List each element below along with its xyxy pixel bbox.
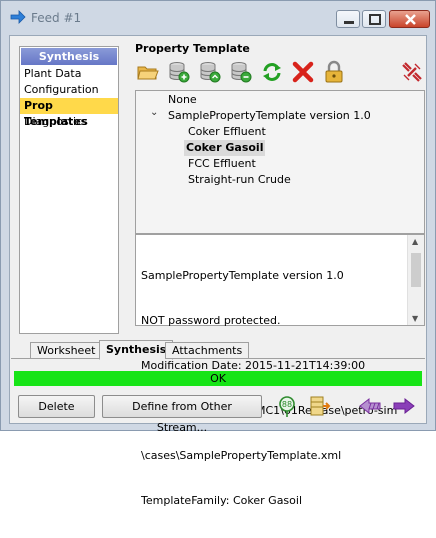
stream-arrow-icon bbox=[10, 10, 26, 24]
chevron-down-icon[interactable]: ⌄ bbox=[150, 107, 158, 118]
template-info-box[interactable]: SamplePropertyTemplate version 1.0 NOT p… bbox=[135, 234, 425, 507]
synthesis-nav: Synthesis Plant Data Configuration Prop … bbox=[19, 46, 119, 334]
nav-item-configuration[interactable]: Configuration bbox=[20, 82, 118, 98]
tree-item-coker-effluent[interactable]: Coker Effluent bbox=[186, 124, 268, 140]
define-from-other-stream-button[interactable]: Define from Other Stream... bbox=[102, 395, 262, 434]
scroll-thumb[interactable] bbox=[411, 253, 421, 287]
property-template-label: Property Template bbox=[135, 42, 250, 55]
stream-link-icon[interactable]: 88 bbox=[275, 394, 299, 418]
maximize-icon bbox=[369, 14, 381, 25]
tree-item-straight-run-crude[interactable]: Straight-run Crude bbox=[186, 172, 293, 188]
database-add-icon[interactable] bbox=[167, 60, 191, 84]
tree-item-coker-gasoil[interactable]: Coker Gasoil bbox=[184, 140, 266, 156]
scroll-up-icon[interactable]: ▲ bbox=[412, 237, 418, 246]
window-title: Feed #1 bbox=[31, 11, 82, 25]
info-line: TemplateFamily: Coker Gasoil bbox=[141, 494, 303, 507]
template-tree: None ⌄ SamplePropertyTemplate version 1.… bbox=[135, 90, 425, 234]
svg-text:88: 88 bbox=[282, 400, 292, 409]
tree-item-fcc-effluent[interactable]: FCC Effluent bbox=[186, 156, 258, 172]
delete-button[interactable]: Delete bbox=[18, 395, 95, 418]
close-button[interactable] bbox=[389, 10, 430, 28]
database-remove-icon[interactable] bbox=[229, 60, 253, 84]
disconnect-icon[interactable] bbox=[400, 60, 424, 84]
tab-synthesis[interactable]: Synthesis bbox=[99, 340, 174, 360]
template-info-text: SamplePropertyTemplate version 1.0 NOT p… bbox=[141, 238, 404, 538]
maximize-button[interactable] bbox=[362, 10, 386, 28]
info-line: NOT password protected. bbox=[141, 314, 281, 327]
previous-arrow-icon[interactable] bbox=[358, 394, 382, 418]
nav-item-diagnostics[interactable]: Diagnostics bbox=[20, 114, 118, 130]
tab-worksheet[interactable]: Worksheet bbox=[30, 342, 103, 359]
lock-icon[interactable] bbox=[322, 60, 346, 84]
info-line: SamplePropertyTemplate version 1.0 bbox=[141, 269, 344, 282]
client-area: Synthesis Plant Data Configuration Prop … bbox=[9, 35, 427, 507]
delete-icon[interactable] bbox=[291, 60, 315, 84]
feed-window: Feed #1 Synthesis Plant Data Configurati… bbox=[0, 0, 436, 507]
minimize-icon bbox=[344, 21, 354, 24]
tree-item-root[interactable]: SamplePropertyTemplate version 1.0 bbox=[166, 108, 373, 124]
tree-item-none[interactable]: None bbox=[166, 92, 199, 108]
status-bar: OK bbox=[14, 371, 422, 386]
next-arrow-icon[interactable] bbox=[392, 394, 416, 418]
close-icon bbox=[405, 14, 416, 25]
ignore-icon[interactable] bbox=[307, 394, 331, 418]
open-folder-icon[interactable] bbox=[136, 60, 160, 84]
database-copy-icon[interactable] bbox=[198, 60, 222, 84]
info-line: \cases\SamplePropertyTemplate.xml bbox=[141, 449, 342, 462]
title-bar: Feed #1 bbox=[1, 1, 435, 35]
scroll-down-icon[interactable]: ▼ bbox=[412, 314, 418, 323]
refresh-icon[interactable] bbox=[260, 60, 284, 84]
nav-header: Synthesis bbox=[21, 48, 117, 65]
tab-attachments[interactable]: Attachments bbox=[165, 342, 250, 359]
minimize-button[interactable] bbox=[336, 10, 360, 28]
template-toolbar bbox=[136, 60, 426, 86]
nav-item-plant-data[interactable]: Plant Data bbox=[20, 66, 118, 82]
info-scrollbar[interactable]: ▲ ▼ bbox=[407, 235, 424, 325]
nav-item-prop-templates[interactable]: Prop Templates bbox=[20, 98, 118, 128]
